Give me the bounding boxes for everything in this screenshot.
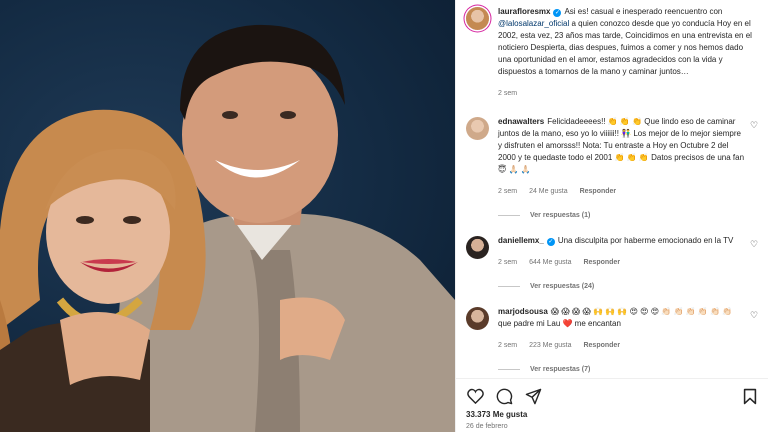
post-photo[interactable] xyxy=(0,0,455,432)
replies-divider xyxy=(498,286,520,287)
heart-icon[interactable] xyxy=(466,387,484,405)
verified-badge-icon: ✓ xyxy=(546,238,555,246)
caption-mention-link[interactable]: @lalosalazar_oficial xyxy=(498,19,569,28)
post-caption: laurafloresmx ✓ Asi es! casual e inesperad… xyxy=(466,6,759,100)
author-avatar[interactable] xyxy=(466,7,489,30)
comment-avatar[interactable] xyxy=(466,236,489,259)
comment-avatar[interactable] xyxy=(466,307,489,330)
comment-age: 2 sem xyxy=(498,342,518,349)
view-replies-button[interactable]: Ver respuestas (1) xyxy=(498,212,759,219)
view-replies-label: Ver respuestas (7) xyxy=(530,366,591,373)
action-bar xyxy=(466,385,759,407)
share-icon[interactable] xyxy=(524,387,542,405)
replies-divider xyxy=(498,215,520,216)
comment-username[interactable]: daniellemx_ xyxy=(498,236,544,245)
view-replies-button[interactable]: Ver respuestas (7) xyxy=(498,366,759,373)
author-username[interactable]: laurafloresmx xyxy=(498,7,550,16)
verified-badge-icon: ✓ xyxy=(553,9,562,17)
reply-button[interactable]: Responder xyxy=(580,186,617,198)
comment-age: 2 sem xyxy=(498,259,518,266)
replies-divider xyxy=(498,369,520,370)
caption-text-start: Asi es! casual e inesperado reencuentro … xyxy=(564,7,723,16)
comment-like-heart-icon[interactable]: ♡ xyxy=(749,120,759,131)
post-side-panel: laurafloresmx ✓ Asi es! casual e inesperad… xyxy=(455,0,768,432)
reply-button[interactable]: Responder xyxy=(583,340,620,352)
post-footer: 33.373 Me gusta 26 de febrero xyxy=(456,378,768,432)
caption-meta: 2 sem xyxy=(498,88,755,100)
instagram-post-view: laurafloresmx ✓ Asi es! casual e inesperad… xyxy=(0,0,768,432)
comment-icon[interactable] xyxy=(495,387,513,405)
comment-item: marjodsousa 😱 😱 😱 😱 🙌 🙌 🙌 😍 😍 😍 👏🏻 👏🏻 👏🏻 … xyxy=(466,306,759,373)
post-date: 26 de febrero xyxy=(466,423,508,430)
comment-like-heart-icon[interactable]: ♡ xyxy=(749,239,759,250)
photo-illustration xyxy=(0,24,455,432)
view-replies-button[interactable]: Ver respuestas (24) xyxy=(498,283,759,290)
post-like-count[interactable]: 33.373 Me gusta xyxy=(466,410,759,419)
comment-meta: 2 sem 24 Me gusta Responder xyxy=(498,186,745,198)
comment-like-heart-icon[interactable]: ♡ xyxy=(749,310,759,321)
bookmark-icon[interactable] xyxy=(741,387,759,405)
comment-meta: 2 sem 644 Me gusta Responder xyxy=(498,257,745,269)
comment-username[interactable]: marjodsousa xyxy=(498,307,548,316)
comment-item: daniellemx_ ✓ Una disculpita por haberme e… xyxy=(466,235,759,290)
reply-button[interactable]: Responder xyxy=(583,257,620,269)
comment-likes[interactable]: 223 Me gusta xyxy=(529,340,571,352)
caption-age: 2 sem xyxy=(498,90,518,97)
comment-text: Una disculpita por haberme emocionado en… xyxy=(557,236,734,245)
comment-username[interactable]: ednawalters xyxy=(498,117,544,126)
comment-likes[interactable]: 644 Me gusta xyxy=(529,257,571,269)
comment-age: 2 sem xyxy=(498,188,518,195)
comment-likes[interactable]: 24 Me gusta xyxy=(529,186,568,198)
comment-meta: 2 sem 223 Me gusta Responder xyxy=(498,340,745,352)
comments-scroll-area[interactable]: laurafloresmx ✓ Asi es! casual e inesperad… xyxy=(456,0,768,378)
comment-avatar[interactable] xyxy=(466,117,489,140)
view-replies-label: Ver respuestas (24) xyxy=(530,283,595,290)
comment-item: ednawalters Felicidadeeees!! 👏 👏 👏 Que li… xyxy=(466,116,759,219)
view-replies-label: Ver respuestas (1) xyxy=(530,212,591,219)
